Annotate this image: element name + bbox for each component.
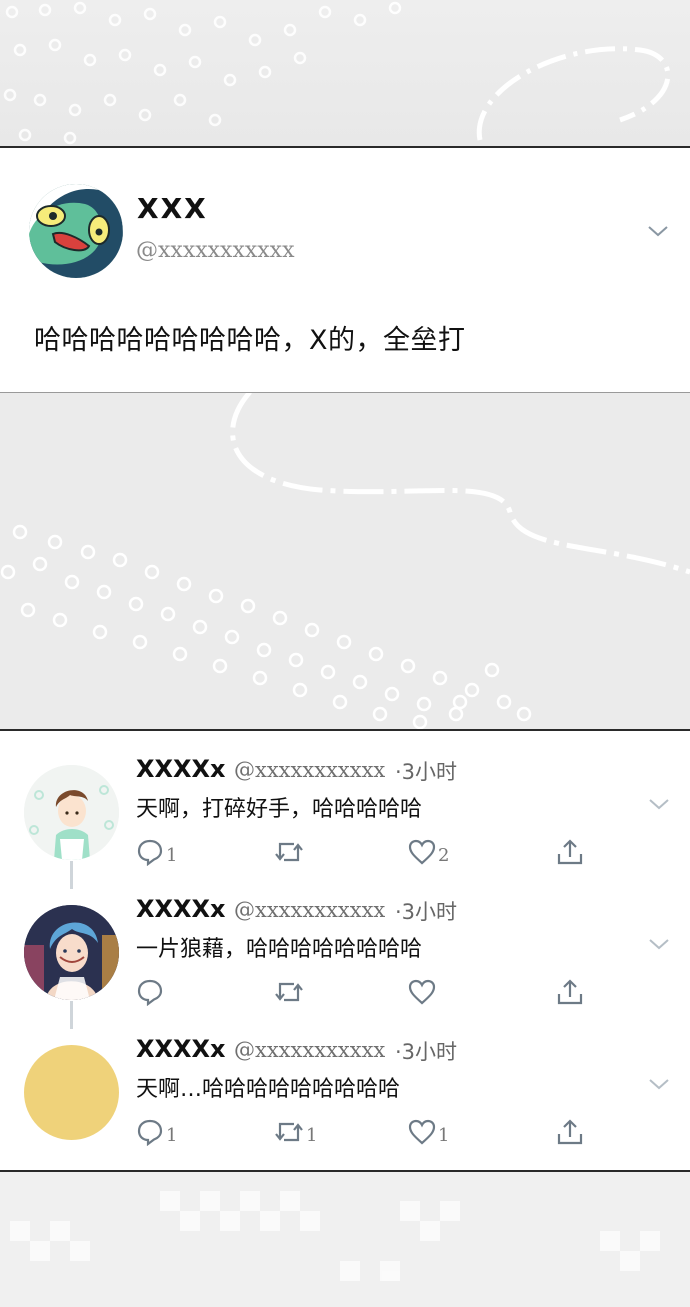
reply-text: 天啊…哈哈哈哈哈哈哈哈哈: [136, 1077, 401, 1102]
retweet-count: 1: [306, 1124, 318, 1146]
background-band-middle: [0, 392, 690, 730]
chevron-down-icon[interactable]: [648, 937, 670, 951]
reply-count: 1: [166, 1124, 178, 1146]
fish-avatar-image: [29, 184, 123, 278]
tweet-text: 哈哈哈哈哈哈哈哈哈，X的，全垒打: [34, 325, 466, 356]
share-button[interactable]: [556, 977, 584, 1007]
like-count: 1: [438, 1124, 450, 1146]
avatar[interactable]: [29, 184, 123, 278]
chevron-down-icon[interactable]: [648, 1077, 670, 1091]
share-icon: [557, 1119, 583, 1145]
reply-icon: [137, 979, 163, 1006]
boy-avatar-image: [24, 765, 119, 860]
share-icon: [557, 839, 583, 865]
reply-item[interactable]: XXXXx @xxxxxxxxxxx ·3小时 一片狼藉，哈哈哈哈哈哈哈哈: [0, 871, 690, 1011]
checker-pattern-bottom: [10, 1191, 660, 1281]
share-icon: [557, 979, 583, 1005]
timestamp[interactable]: ·3小时: [395, 1036, 457, 1066]
reply-count: 1: [166, 844, 178, 866]
share-button[interactable]: [556, 837, 584, 867]
timestamp[interactable]: ·3小时: [395, 756, 457, 786]
avatar[interactable]: [24, 1045, 119, 1140]
background-band-bottom: [0, 1171, 690, 1307]
like-button[interactable]: 1: [408, 1117, 449, 1147]
reply-item[interactable]: XXXXx @xxxxxxxxxxx ·3小时 天啊，打碎好手，哈哈哈哈哈 1: [0, 731, 690, 871]
retweet-button[interactable]: 1: [274, 1117, 317, 1147]
reply-button[interactable]: [136, 977, 166, 1007]
reply-thread: XXXXx @xxxxxxxxxxx ·3小时 天啊，打碎好手，哈哈哈哈哈 1: [0, 729, 690, 1172]
retweet-icon: [275, 982, 303, 1002]
display-name[interactable]: XXXXx: [136, 895, 226, 923]
action-bar: 1 1 1: [136, 1117, 596, 1147]
display-name[interactable]: XXXXx: [136, 755, 226, 783]
avatar[interactable]: [24, 765, 119, 860]
retweet-button[interactable]: [274, 837, 306, 867]
user-handle[interactable]: @xxxxxxxxxxx: [136, 238, 294, 263]
reply-text: 一片狼藉，哈哈哈哈哈哈哈哈: [136, 937, 423, 962]
heart-icon: [408, 839, 436, 865]
reply-icon: [137, 839, 163, 866]
user-handle[interactable]: @xxxxxxxxxxx: [234, 898, 385, 922]
user-handle[interactable]: @xxxxxxxxxxx: [234, 758, 385, 782]
like-button[interactable]: 2: [408, 837, 449, 867]
main-tweet-card[interactable]: XXX @xxxxxxxxxxx 哈哈哈哈哈哈哈哈哈，X的，全垒打: [0, 146, 690, 393]
action-bar: [136, 977, 596, 1007]
display-name[interactable]: XXXXx: [136, 1035, 226, 1063]
reply-item[interactable]: XXXXx @xxxxxxxxxxx ·3小时 天啊…哈哈哈哈哈哈哈哈哈 1 1…: [0, 1011, 690, 1151]
reply-icon: [137, 1119, 163, 1146]
reply-text: 天啊，打碎好手，哈哈哈哈哈: [136, 797, 423, 822]
retweet-icon: [275, 1122, 303, 1142]
retweet-icon: [275, 842, 303, 862]
action-bar: 1 2: [136, 837, 596, 867]
dot-pattern-top: [3, 1, 671, 145]
heart-icon: [408, 1119, 436, 1145]
blue-hair-avatar-image: [24, 905, 119, 1000]
chevron-down-icon[interactable]: [647, 224, 669, 238]
reply-button[interactable]: 1: [136, 837, 177, 867]
chevron-down-icon[interactable]: [648, 797, 670, 811]
background-band-top: [0, 0, 690, 147]
dot-pattern-middle: [0, 392, 690, 730]
reply-button[interactable]: 1: [136, 1117, 177, 1147]
avatar[interactable]: [24, 905, 119, 1000]
heart-icon: [408, 979, 436, 1005]
like-button[interactable]: [408, 977, 438, 1007]
user-handle[interactable]: @xxxxxxxxxxx: [234, 1038, 385, 1062]
share-button[interactable]: [556, 1117, 584, 1147]
timestamp[interactable]: ·3小时: [395, 896, 457, 926]
retweet-button[interactable]: [274, 977, 306, 1007]
like-count: 2: [438, 844, 450, 866]
display-name[interactable]: XXX: [137, 192, 208, 225]
